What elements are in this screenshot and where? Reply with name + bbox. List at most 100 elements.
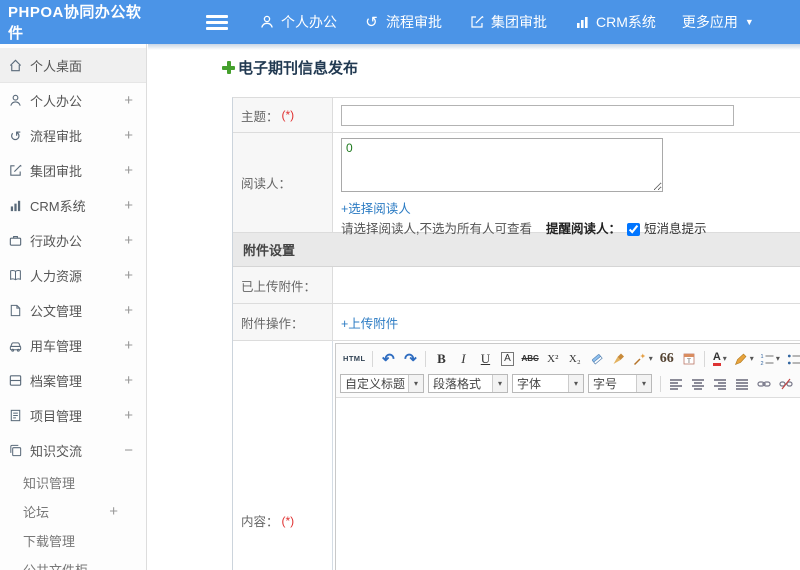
- auto-typeset-button[interactable]: ▾: [631, 349, 655, 369]
- justify-button[interactable]: [732, 374, 752, 394]
- highlight-color-button[interactable]: ▾: [732, 349, 756, 369]
- bold-button[interactable]: B: [431, 349, 451, 369]
- unlink-button[interactable]: [776, 374, 796, 394]
- sidebar-item-admin-office[interactable]: 行政办公 +: [0, 223, 146, 258]
- sidebar-item-vehicle-management[interactable]: 用车管理 +: [0, 328, 146, 363]
- expand-plus-icon[interactable]: +: [124, 267, 133, 284]
- upload-attachment-link[interactable]: +上传附件: [341, 313, 398, 332]
- sidebar-item-label: 个人办公: [30, 94, 83, 109]
- readers-textarea[interactable]: 0: [341, 138, 663, 192]
- collapse-minus-icon[interactable]: −: [124, 442, 133, 459]
- subject-input[interactable]: [341, 104, 734, 126]
- undo-button[interactable]: ↶: [378, 349, 398, 369]
- justify-icon: [735, 377, 749, 391]
- sidebar-item-label: 公文管理: [30, 304, 83, 319]
- nav-group-approval[interactable]: 集团审批: [468, 12, 547, 32]
- expand-plus-icon[interactable]: +: [124, 197, 133, 214]
- sidebar-item-project-management[interactable]: 项目管理 +: [0, 398, 146, 433]
- expand-plus-icon[interactable]: +: [124, 337, 133, 354]
- sidebar-subitem-forum[interactable]: 论坛 +: [0, 497, 146, 526]
- nav-more-apps[interactable]: 更多应用 ▼: [682, 12, 754, 32]
- edit-square-icon: [468, 14, 485, 31]
- underline-button[interactable]: U: [475, 349, 495, 369]
- sidebar-subitem-download-management[interactable]: 下载管理: [0, 526, 146, 555]
- sidebar-item-group-approval[interactable]: 集团审批 +: [0, 153, 146, 188]
- editor-toolbar-row2: 自定义标题 ▾ 段落格式 ▾ 字体 ▾ 字号 ▾: [340, 371, 800, 396]
- sidebar-item-archive-management[interactable]: 档案管理 +: [0, 363, 146, 398]
- font-size-select[interactable]: 字号 ▾: [588, 374, 652, 393]
- align-left-button[interactable]: [666, 374, 686, 394]
- sidebar-item-personal-office[interactable]: 个人办公 +: [0, 83, 146, 118]
- person-icon: [8, 93, 23, 108]
- nav-label: 流程审批: [386, 14, 442, 30]
- expand-plus-icon[interactable]: +: [124, 127, 133, 144]
- superscript-button[interactable]: X²: [543, 349, 563, 369]
- toolbar-separator: [372, 350, 374, 367]
- document-icon: [8, 303, 23, 318]
- required-asterisk: (*): [281, 108, 295, 122]
- select-readers-link[interactable]: +选择阅读人: [341, 200, 800, 218]
- eraser-button[interactable]: [587, 349, 607, 369]
- sidebar-subitem-knowledge-management[interactable]: 知识管理: [0, 468, 146, 497]
- toolbar-separator: [660, 375, 661, 392]
- sidebar-item-human-resources[interactable]: 人力资源 +: [0, 258, 146, 293]
- expand-plus-icon[interactable]: +: [124, 162, 133, 179]
- sms-option-label: 短消息提示: [644, 222, 707, 236]
- nav-crm-system[interactable]: CRM系统: [573, 12, 656, 32]
- expand-plus-icon[interactable]: +: [124, 232, 133, 249]
- subscript-button[interactable]: X₂: [565, 349, 585, 369]
- sidebar-item-personal-desktop[interactable]: 个人桌面: [0, 48, 146, 83]
- link-button[interactable]: [754, 374, 774, 394]
- unordered-list-button[interactable]: [784, 349, 800, 369]
- sms-remind-checkbox[interactable]: [627, 222, 640, 236]
- nav-workflow-approval[interactable]: ↺ 流程审批: [363, 12, 442, 32]
- sidebar-item-workflow-approval[interactable]: ↺ 流程审批 +: [0, 118, 146, 153]
- paste-text-button[interactable]: T: [679, 349, 699, 369]
- font-border-button[interactable]: A: [497, 349, 517, 369]
- hamburger-menu-icon[interactable]: [206, 14, 228, 30]
- sidebar-item-label: 流程审批: [30, 129, 83, 144]
- nav-label: 集团审批: [491, 14, 547, 30]
- bar-chart-icon: [8, 198, 23, 213]
- sidebar-item-label: 用车管理: [30, 339, 83, 354]
- expand-plus-icon[interactable]: +: [124, 92, 133, 109]
- align-center-button[interactable]: [688, 374, 708, 394]
- sidebar-item-knowledge-exchange[interactable]: 知识交流 −: [0, 433, 146, 468]
- sidebar-item-label: 集团审批: [30, 164, 83, 179]
- expand-plus-icon[interactable]: +: [124, 407, 133, 424]
- nav-personal-office[interactable]: 个人办公: [258, 12, 337, 32]
- sidebar-subitem-label: 公共文件柜: [23, 560, 88, 570]
- sidebar-item-label: 知识交流: [30, 444, 83, 459]
- sidebar-item-document-management[interactable]: 公文管理 +: [0, 293, 146, 328]
- ordered-list-button[interactable]: 12 ▾: [758, 349, 782, 369]
- attachment-section-header: 附件设置: [233, 233, 800, 267]
- home-icon: [8, 58, 23, 73]
- sidebar-item-crm-system[interactable]: CRM系统 +: [0, 188, 146, 223]
- align-right-button[interactable]: [710, 374, 730, 394]
- align-center-icon: [691, 377, 705, 391]
- expand-plus-icon[interactable]: +: [124, 372, 133, 389]
- paragraph-format-select[interactable]: 段落格式 ▾: [428, 374, 508, 393]
- html-source-button[interactable]: HTML: [341, 349, 367, 369]
- sidebar-subitem-public-file-cabinet[interactable]: 公共文件柜: [0, 555, 146, 570]
- expand-plus-icon[interactable]: +: [109, 503, 118, 520]
- font-family-select[interactable]: 字体 ▾: [512, 374, 584, 393]
- italic-button[interactable]: I: [453, 349, 473, 369]
- strikethrough-button[interactable]: ABC: [519, 349, 540, 369]
- font-color-button[interactable]: A ▾: [710, 349, 730, 369]
- toolbar-separator: [703, 350, 705, 367]
- eraser-icon: [590, 352, 604, 366]
- expand-plus-icon[interactable]: +: [124, 302, 133, 319]
- blockquote-button[interactable]: 66: [657, 349, 677, 369]
- broom-icon: [612, 352, 626, 366]
- content-label: 内容： (*): [233, 341, 333, 570]
- format-painter-button[interactable]: [609, 349, 629, 369]
- caret-down-icon: ▾: [648, 354, 653, 363]
- editor-content-area[interactable]: [336, 398, 800, 570]
- caret-down-icon: ▾: [636, 375, 651, 392]
- caret-down-icon: ▼: [744, 17, 754, 27]
- redo-button[interactable]: ↷: [400, 349, 420, 369]
- top-nav: 个人办公 ↺ 流程审批 集团审批 CRM系统 更多应用 ▼: [258, 12, 780, 32]
- editor-toolbar-row1: HTML ↶ ↷ B I U A ABC X² X₂ ▾ 66 T A ▾ ▾ …: [340, 346, 800, 371]
- custom-title-select[interactable]: 自定义标题 ▾: [340, 374, 424, 393]
